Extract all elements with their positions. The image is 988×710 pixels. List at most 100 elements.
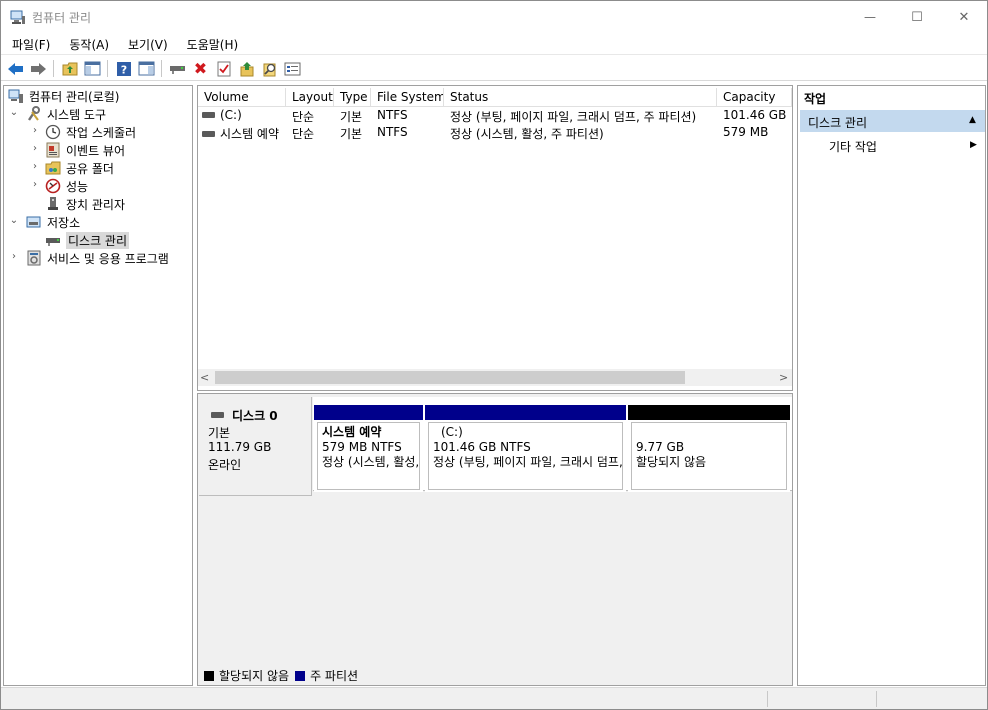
tree-item-task-scheduler[interactable]: 작업 스케줄러 xyxy=(45,123,136,141)
up-one-level-button[interactable] xyxy=(60,59,79,78)
check-button[interactable] xyxy=(214,59,233,78)
up-folder-icon xyxy=(62,62,77,76)
maximize-icon: ☐ xyxy=(911,9,923,25)
back-button[interactable] xyxy=(6,59,25,78)
chevron-right-icon[interactable]: › xyxy=(30,143,40,154)
partition-bar xyxy=(425,405,626,420)
chevron-right-icon[interactable]: › xyxy=(30,125,40,136)
forward-button[interactable] xyxy=(29,59,48,78)
close-button[interactable]: ✕ xyxy=(941,1,987,33)
scroll-left-icon[interactable]: < xyxy=(200,371,209,384)
search-icon xyxy=(263,63,275,76)
clock-icon xyxy=(45,124,61,140)
show-hide-console-tree-icon xyxy=(84,61,101,76)
show-hide-action-pane-icon xyxy=(138,61,155,76)
more-actions-item[interactable]: 기타 작업 xyxy=(829,138,877,155)
close-icon: ✕ xyxy=(958,9,970,25)
help-icon: ? xyxy=(116,61,131,76)
menu-action[interactable]: 동작(A) xyxy=(58,33,117,55)
volume-name: 시스템 예약 xyxy=(220,127,280,141)
scrollbar-thumb[interactable] xyxy=(215,371,685,384)
menu-file[interactable]: 파일(F) xyxy=(1,33,58,55)
partition-body: 9.77 GB 할당되지 않음 xyxy=(631,422,787,490)
delete-icon: ✖ xyxy=(193,58,208,78)
help-button[interactable]: ? xyxy=(114,59,133,78)
column-header-type[interactable]: Type xyxy=(334,88,371,107)
horizontal-scrollbar[interactable]: < > xyxy=(198,369,792,386)
actions-section-disk-management[interactable]: 디스크 관리 ▲ xyxy=(800,110,985,132)
table-row[interactable]: (C:) 단순 기본 NTFS 정상 (부팅, 페이지 파일, 크래시 덤프, … xyxy=(198,107,792,124)
disk-0-label[interactable]: 디스크 0 기본 111.79 GB 온라인 xyxy=(199,397,312,496)
tree-item-label: 저장소 xyxy=(47,215,81,230)
column-header-layout[interactable]: Layout xyxy=(286,88,334,107)
partition-unallocated[interactable]: 9.77 GB 할당되지 않음 xyxy=(628,405,790,492)
tree-item-label: 컴퓨터 관리(로컬) xyxy=(29,89,120,104)
volume-list: Volume Layout Type File System Status Ca… xyxy=(197,85,793,391)
search-button[interactable] xyxy=(260,59,279,78)
toolbar-separator xyxy=(161,60,162,77)
tree-item-label: 이벤트 뷰어 xyxy=(66,143,126,158)
cell-status: 정상 (부팅, 페이지 파일, 크래시 덤프, 주 파티션) xyxy=(450,110,697,124)
computer-management-icon xyxy=(8,89,23,103)
actions-title: 작업 xyxy=(804,92,827,106)
tree-item-services-and-applications[interactable]: 서비스 및 응용 프로그램 xyxy=(26,249,169,267)
scroll-right-icon[interactable]: > xyxy=(779,371,788,384)
tree-item-shared-folders[interactable]: 공유 폴더 xyxy=(45,159,114,177)
disk-management-icon xyxy=(46,238,60,246)
menu-help[interactable]: 도움말(H) xyxy=(176,33,247,55)
disk-state: 온라인 xyxy=(208,458,242,472)
disk-icon xyxy=(211,412,224,418)
column-header-status[interactable]: Status xyxy=(444,88,717,107)
chevron-down-icon[interactable]: ⌄ xyxy=(9,107,19,118)
chevron-right-icon[interactable]: › xyxy=(9,251,19,262)
chevron-right-icon[interactable]: › xyxy=(30,161,40,172)
tree-item-device-manager[interactable]: 장치 관리자 xyxy=(45,195,125,213)
connect-drive-button[interactable] xyxy=(168,59,187,78)
chevron-down-icon[interactable]: ⌄ xyxy=(9,215,19,226)
partition-c-drive[interactable]: (C:) 101.46 GB NTFS 정상 (부팅, 페이지 파일, 크래시 … xyxy=(425,405,626,492)
actions-section-label: 디스크 관리 xyxy=(808,116,868,130)
show-hide-action-pane-button[interactable] xyxy=(137,59,156,78)
show-hide-console-tree-button[interactable] xyxy=(83,59,102,78)
folder-up-button[interactable] xyxy=(237,59,256,78)
tree-item-label: 성능 xyxy=(66,179,89,194)
legend-swatch-primary-partition xyxy=(295,670,306,681)
console-tree: 컴퓨터 관리(로컬) ⌄ 시스템 도구 › 작업 스케줄러 › 이벤트 뷰어 ›… xyxy=(3,85,193,686)
properties-icon xyxy=(284,62,301,75)
column-header-capacity[interactable]: Capacity xyxy=(717,88,792,107)
tree-item-event-viewer[interactable]: 이벤트 뷰어 xyxy=(45,141,125,159)
cell-file-system: NTFS xyxy=(377,125,408,139)
cell-type: 기본 xyxy=(340,127,363,141)
computer-management-app-icon xyxy=(10,10,25,24)
partition-name: (C:) xyxy=(441,425,463,439)
partition-size: 579 MB NTFS xyxy=(322,440,402,454)
properties-button[interactable] xyxy=(283,59,302,78)
cell-layout: 단순 xyxy=(292,110,315,124)
table-row[interactable]: 시스템 예약 단순 기본 NTFS 정상 (시스템, 활성, 주 파티션) 57… xyxy=(198,124,792,141)
status-bar-divider xyxy=(767,691,768,707)
cell-type: 기본 xyxy=(340,110,363,124)
title-bar[interactable]: 컴퓨터 관리 — ☐ ✕ xyxy=(1,1,987,33)
tree-item-performance[interactable]: 성능 xyxy=(45,177,88,195)
partition-body: 시스템 예약 579 MB NTFS 정상 (시스템, 활성, 주 파티션) xyxy=(317,422,420,490)
chevron-right-icon[interactable]: › xyxy=(30,179,40,190)
collapse-caret-icon[interactable]: ▲ xyxy=(969,115,976,125)
column-header-volume[interactable]: Volume xyxy=(198,88,286,107)
svg-text:?: ? xyxy=(120,63,126,76)
tree-item-system-tools[interactable]: 시스템 도구 xyxy=(26,105,106,123)
tree-item-computer-management-local[interactable]: 컴퓨터 관리(로컬) xyxy=(8,87,119,105)
tree-item-disk-management[interactable]: 디스크 관리 xyxy=(45,231,130,249)
legend-label-unallocated: 할당되지 않음 xyxy=(219,669,290,683)
partition-system-reserved[interactable]: 시스템 예약 579 MB NTFS 정상 (시스템, 활성, 주 파티션) xyxy=(314,405,423,492)
submenu-arrow-icon[interactable]: ▶ xyxy=(970,140,977,150)
delete-button[interactable]: ✖ xyxy=(191,59,210,78)
column-header-file-system[interactable]: File System xyxy=(371,88,444,107)
menu-view[interactable]: 보기(V) xyxy=(117,33,176,55)
maximize-button[interactable]: ☐ xyxy=(894,1,940,33)
minimize-button[interactable]: — xyxy=(847,1,893,33)
tree-item-storage[interactable]: 저장소 xyxy=(26,213,80,231)
cell-file-system: NTFS xyxy=(377,108,408,122)
partition-status: 정상 (부팅, 페이지 파일, 크래시 덤프, 주 파티션) xyxy=(433,455,623,469)
disk-legend: 할당되지 않음 주 파티션 xyxy=(204,667,358,684)
partition-bar xyxy=(314,405,423,420)
